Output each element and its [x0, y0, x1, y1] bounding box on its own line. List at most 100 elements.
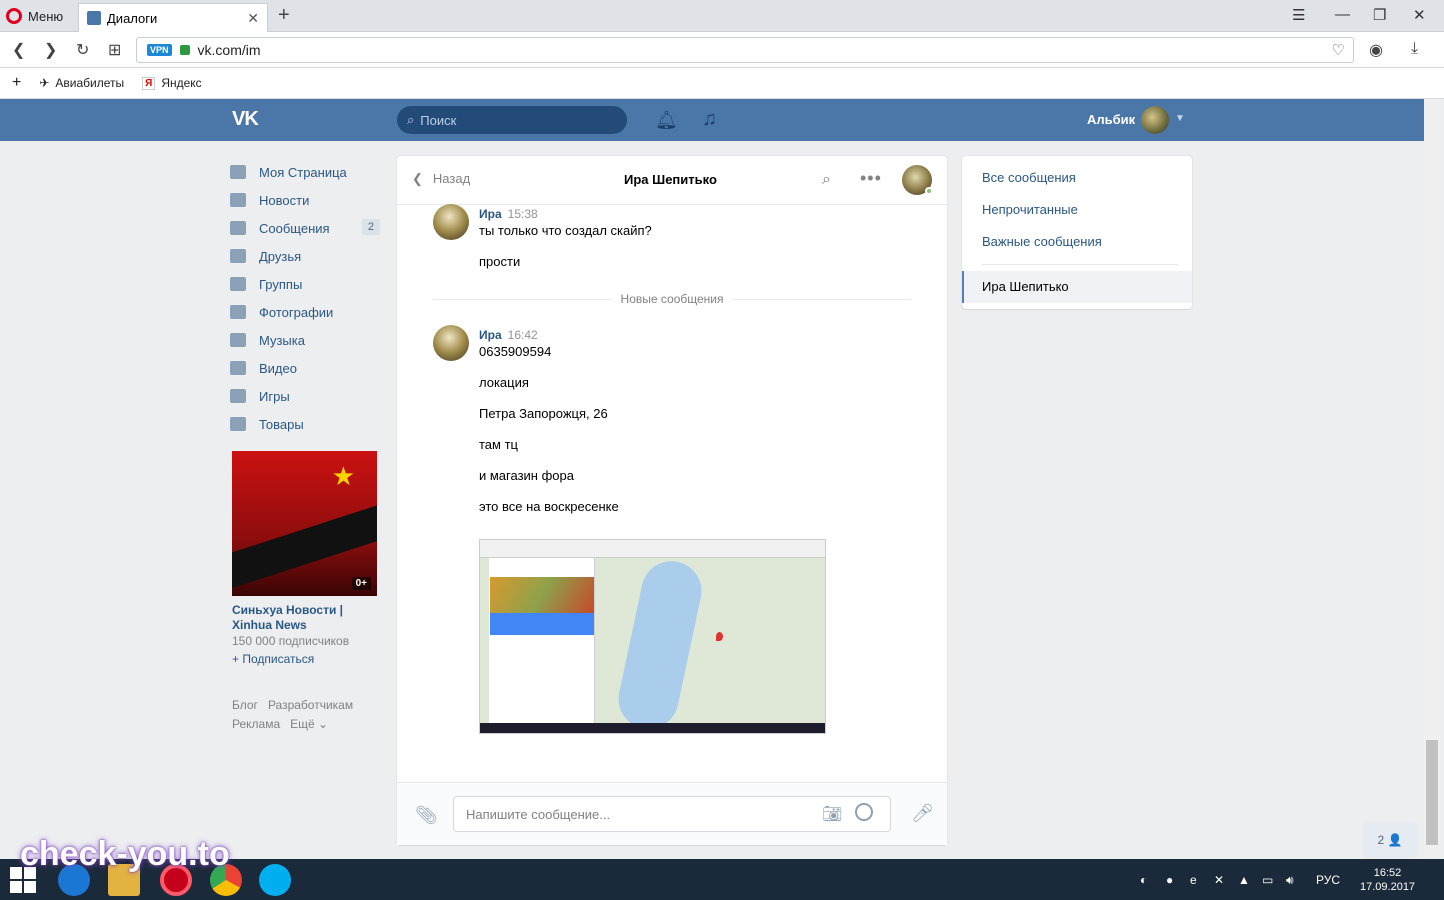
- ad-image[interactable]: ★ 0+: [232, 451, 377, 596]
- selected-dialog-name[interactable]: Ира Шепитько: [982, 279, 1069, 294]
- lock-icon[interactable]: [179, 45, 190, 55]
- user-name[interactable]: Альбик: [1087, 112, 1135, 127]
- menu-item-messages[interactable]: Сообщения 2: [230, 214, 380, 242]
- screenshot-place-photo: [490, 577, 594, 613]
- attached-screenshot-image[interactable]: [479, 539, 826, 734]
- menu-item-photos[interactable]: Фотографии: [230, 298, 380, 326]
- opera-menu-button[interactable]: Меню: [6, 5, 63, 27]
- network-warning-icon[interactable]: ▲: [1238, 873, 1250, 887]
- maximize-button[interactable]: ❐: [1373, 6, 1386, 24]
- back-button[interactable]: ❮ Назад: [412, 171, 470, 187]
- footer-link-ads[interactable]: Реклама: [232, 717, 280, 731]
- message-text: Петра Запорожця, 26: [479, 406, 608, 421]
- camera-icon[interactable]: 📷︎: [822, 804, 842, 824]
- reload-icon[interactable]: ↻: [76, 40, 89, 60]
- filter-unread[interactable]: Непрочитанные: [982, 202, 1078, 217]
- attach-paperclip-icon[interactable]: 📎︎: [415, 805, 438, 826]
- skype-icon[interactable]: [259, 864, 291, 896]
- back-label: Назад: [432, 171, 471, 186]
- speed-dial-icon[interactable]: ⊞: [108, 40, 121, 60]
- footer-link-blog[interactable]: Блог: [232, 698, 258, 712]
- volume-icon[interactable]: 🔊︎: [1286, 873, 1294, 888]
- menu-item-games[interactable]: Игры: [230, 382, 380, 410]
- menu-label: Друзья: [259, 248, 302, 264]
- star-icon: ★: [331, 461, 355, 491]
- clock-time: 16:52: [1373, 867, 1402, 879]
- viber-tray-icon[interactable]: ◐: [1140, 873, 1147, 887]
- chat-contact-name[interactable]: Ира Шепитько: [624, 172, 717, 187]
- chevron-down-icon[interactable]: ▼: [1175, 113, 1185, 124]
- antivirus-tray-icon[interactable]: ✕: [1214, 873, 1224, 887]
- vpn-badge[interactable]: VPN: [147, 44, 172, 56]
- footer-link-more[interactable]: Ещё ⌄: [290, 717, 328, 731]
- menu-item-video[interactable]: Видео: [230, 354, 380, 382]
- menu-label: Группы: [259, 276, 303, 292]
- friends-online-button[interactable]: 2 👤: [1363, 822, 1417, 858]
- scrollbar-thumb[interactable]: [1426, 740, 1438, 845]
- home-icon: [230, 165, 246, 179]
- opera-logo-icon: [6, 8, 22, 24]
- music-icon[interactable]: ♫: [702, 108, 717, 131]
- message-text: ты только что создал скайп?: [479, 223, 652, 238]
- filter-all-messages[interactable]: Все сообщения: [982, 170, 1076, 185]
- new-tab-button[interactable]: +: [278, 4, 290, 27]
- left-menu: Моя Страница Новости Сообщения 2 Друзья Г…: [230, 158, 380, 438]
- footer-link-developers[interactable]: Разработчикам: [268, 698, 353, 712]
- vk-logo-icon[interactable]: VK: [232, 108, 259, 131]
- menu-item-my-page[interactable]: Моя Страница: [230, 158, 380, 186]
- menu-item-groups[interactable]: Группы: [230, 270, 380, 298]
- browser-tab[interactable]: Диалоги ✕: [78, 3, 268, 32]
- plane-icon: ✈: [39, 76, 50, 90]
- map-pin-icon: [716, 632, 723, 641]
- close-tab-icon[interactable]: ✕: [247, 10, 259, 27]
- menu-item-friends[interactable]: Друзья: [230, 242, 380, 270]
- message-author-avatar[interactable]: [433, 204, 469, 240]
- message-time[interactable]: 15:38: [508, 207, 538, 221]
- close-window-button[interactable]: ✕: [1413, 6, 1426, 24]
- microphone-icon[interactable]: 🎤︎: [911, 803, 934, 824]
- menu-label: Видео: [259, 360, 297, 376]
- bookmark-aviabilety[interactable]: ✈ Авиабилеты: [39, 76, 124, 90]
- message-text: локация: [479, 375, 529, 390]
- user-avatar[interactable]: [1141, 106, 1169, 134]
- message-meta: Ира 16:42: [479, 327, 538, 342]
- tab-menu-icon[interactable]: ☰: [1292, 6, 1305, 24]
- vpn-glasses-icon[interactable]: ◉: [1369, 40, 1383, 60]
- chat-search-icon[interactable]: ⌕: [822, 171, 831, 189]
- camera-icon: [230, 305, 246, 319]
- bookmark-heart-icon[interactable]: ♡: [1332, 41, 1345, 59]
- back-icon[interactable]: ❮: [12, 40, 25, 60]
- groups-icon: [230, 277, 246, 291]
- subscribe-link[interactable]: + Подписаться: [232, 652, 314, 666]
- bookmark-yandex[interactable]: Я Яндекс: [142, 76, 202, 90]
- ad-title[interactable]: Синьхуа Новости | Xinhua News: [232, 603, 382, 633]
- menu-item-music[interactable]: Музыка: [230, 326, 380, 354]
- message-author[interactable]: Ира: [479, 328, 502, 342]
- filter-important[interactable]: Важные сообщения: [982, 234, 1102, 249]
- evernote-tray-icon[interactable]: ●: [1166, 873, 1173, 887]
- downloads-icon[interactable]: ⤓: [1411, 40, 1418, 58]
- network-icon[interactable]: ▭: [1262, 873, 1273, 887]
- notifications-bell-icon[interactable]: 🔔︎: [655, 110, 678, 131]
- ie-tray-icon[interactable]: e: [1190, 873, 1197, 887]
- menu-label: Музыка: [259, 332, 305, 348]
- input-language-indicator[interactable]: РУС: [1316, 873, 1340, 887]
- search-input[interactable]: ⌕ Поиск: [397, 106, 627, 134]
- menu-item-goods[interactable]: Товары: [230, 410, 380, 438]
- message-author[interactable]: Ира: [479, 207, 502, 221]
- message-input-placeholder: Напишите сообщение...: [466, 806, 611, 822]
- menu-item-news[interactable]: Новости: [230, 186, 380, 214]
- more-actions-icon[interactable]: •••: [860, 168, 882, 189]
- taskbar-clock[interactable]: 16:52 17.09.2017: [1360, 866, 1415, 894]
- message-text: там тц: [479, 437, 518, 452]
- message-text: это все на воскресенке: [479, 499, 619, 514]
- message-time[interactable]: 16:42: [508, 328, 538, 342]
- new-messages-divider: Новые сообщения: [433, 292, 912, 306]
- emoji-icon[interactable]: [855, 803, 873, 821]
- message-author-avatar[interactable]: [433, 325, 469, 361]
- forward-icon[interactable]: ❯: [44, 40, 57, 60]
- contact-avatar[interactable]: [902, 165, 933, 195]
- url-field[interactable]: VPN vk.com/im ♡: [136, 37, 1354, 63]
- minimize-button[interactable]: —: [1335, 6, 1350, 23]
- add-bookmark-icon[interactable]: +: [12, 74, 21, 92]
